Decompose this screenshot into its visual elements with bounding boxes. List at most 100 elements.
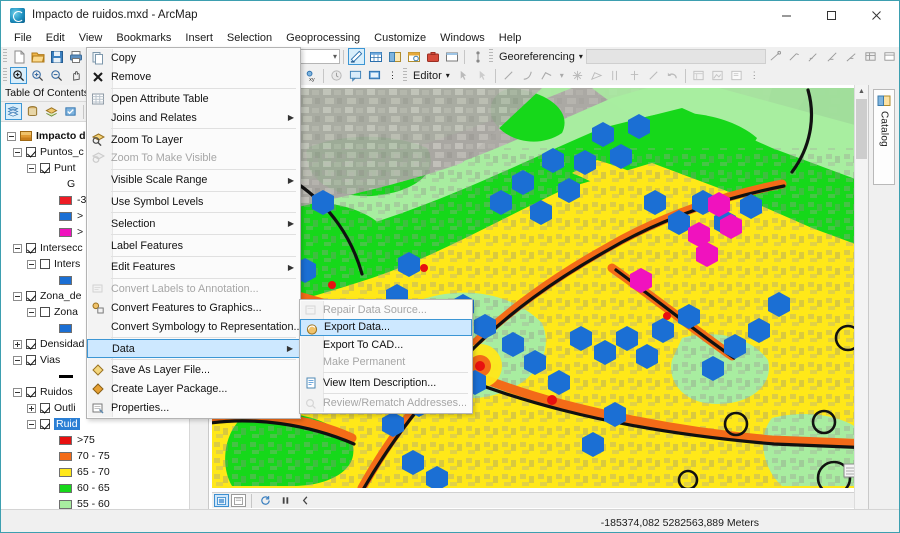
fixed-zoom-out-icon[interactable] xyxy=(48,67,65,84)
expander-icon[interactable] xyxy=(13,340,22,349)
create-features-icon[interactable] xyxy=(728,67,745,84)
expander-icon[interactable] xyxy=(13,148,22,157)
print-icon[interactable] xyxy=(67,48,84,65)
toc-row-legend-class[interactable]: 65 - 70 xyxy=(7,464,208,480)
editor-overflow-icon[interactable]: ⋮ xyxy=(746,70,763,81)
menu-customize[interactable]: Customize xyxy=(367,30,433,46)
menu-geoprocessing[interactable]: Geoprocessing xyxy=(279,30,367,46)
search-window-icon[interactable] xyxy=(405,48,422,65)
noise-impact-map[interactable] xyxy=(212,88,866,488)
maximize-icon[interactable] xyxy=(809,1,854,29)
georeferencing-dropdown-label[interactable]: Georeferencing xyxy=(495,51,579,63)
menu-item-remove[interactable]: Remove xyxy=(87,68,300,87)
layer-checkbox[interactable] xyxy=(40,259,50,269)
expander-icon[interactable] xyxy=(13,356,22,365)
close-icon[interactable] xyxy=(854,1,899,29)
menu-windows[interactable]: Windows xyxy=(433,30,492,46)
sketch-line-icon[interactable] xyxy=(645,67,662,84)
catalog-tab[interactable]: Catalog xyxy=(873,89,895,185)
submenu-item-view-item-description[interactable]: View Item Description... xyxy=(300,374,472,392)
menu-help[interactable]: Help xyxy=(492,30,529,46)
menu-item-convert-features-to-graphics[interactable]: Convert Features to Graphics... xyxy=(87,299,300,318)
edit-annotation-icon[interactable] xyxy=(474,67,491,84)
attribute-table-icon[interactable] xyxy=(367,48,384,65)
view-windows-icon[interactable] xyxy=(366,67,383,84)
menu-item-create-layer-package[interactable]: Create Layer Package... xyxy=(87,380,300,399)
menu-item-selection[interactable]: Selection ▶ xyxy=(87,214,300,233)
expander-icon[interactable] xyxy=(7,132,16,141)
list-by-drawing-order-icon[interactable] xyxy=(5,103,22,120)
expander-icon[interactable] xyxy=(27,164,36,173)
menu-item-copy[interactable]: Copy xyxy=(87,49,300,68)
midpoint-tool-icon[interactable] xyxy=(626,67,643,84)
previous-extent-arrow-icon[interactable] xyxy=(298,494,312,507)
toc-row-legend-class[interactable]: >75 xyxy=(7,432,208,448)
python-window-icon[interactable] xyxy=(443,48,460,65)
layer-checkbox[interactable] xyxy=(40,419,50,429)
model-builder-icon[interactable] xyxy=(469,48,486,65)
toc-row-legend-class[interactable]: 70 - 75 xyxy=(7,448,208,464)
edit-tool-icon[interactable] xyxy=(455,67,472,84)
tools-overflow-icon[interactable]: ⋮ xyxy=(384,70,401,81)
trace-caret-icon[interactable]: ▾ xyxy=(556,71,568,80)
trace-icon[interactable] xyxy=(538,67,555,84)
scroll-up-arrow-icon[interactable]: ▲ xyxy=(855,85,868,98)
list-by-selection-icon[interactable] xyxy=(62,103,79,120)
georef-rotate-icon[interactable] xyxy=(824,48,841,65)
layer-checkbox[interactable] xyxy=(40,403,50,413)
undo-edit-icon[interactable] xyxy=(664,67,681,84)
editor-caret-icon[interactable]: ▾ xyxy=(446,71,454,80)
sketch-properties-icon[interactable] xyxy=(709,67,726,84)
submenu-item-export-to-cad[interactable]: Export To CAD... xyxy=(300,336,472,354)
menu-edit[interactable]: Edit xyxy=(39,30,72,46)
layer-checkbox[interactable] xyxy=(26,291,36,301)
georef-link-table-icon[interactable] xyxy=(805,48,822,65)
toolbar-grip[interactable] xyxy=(3,49,7,64)
expander-icon[interactable] xyxy=(13,292,22,301)
georef-view-table-icon[interactable] xyxy=(862,48,879,65)
square-tool-icon[interactable] xyxy=(588,67,605,84)
refresh-icon[interactable] xyxy=(258,494,272,507)
toc-row-legend-class[interactable]: 60 - 65 xyxy=(7,480,208,496)
editor-toolbar-grip[interactable] xyxy=(403,68,407,83)
scrollbar-thumb[interactable] xyxy=(856,99,867,159)
expander-icon[interactable] xyxy=(27,420,36,429)
menu-item-joins-and-relates[interactable]: Joins and Relates ▶ xyxy=(87,108,300,127)
editor-toolbar-toggle-icon[interactable] xyxy=(348,48,365,65)
layer-checkbox[interactable] xyxy=(26,147,36,157)
time-slider-icon[interactable] xyxy=(328,67,345,84)
arctoolbox-icon[interactable] xyxy=(424,48,441,65)
pause-icon[interactable] xyxy=(278,494,292,507)
menu-item-open-attribute-table[interactable]: Open Attribute Table xyxy=(87,90,300,109)
menu-file[interactable]: File xyxy=(7,30,39,46)
menu-item-label-features[interactable]: Label Features xyxy=(87,236,300,255)
zoom-in-tool-icon[interactable] xyxy=(10,67,27,84)
georef-add-point-icon[interactable] xyxy=(767,48,784,65)
menu-view[interactable]: View xyxy=(72,30,110,46)
map-vertical-scrollbar[interactable]: ▲ xyxy=(854,85,868,509)
georeferencing-caret-icon[interactable]: ▾ xyxy=(579,52,586,61)
menu-insert[interactable]: Insert xyxy=(178,30,220,46)
menu-item-use-symbol-levels[interactable]: Use Symbol Levels xyxy=(87,193,300,212)
parallel-tool-icon[interactable] xyxy=(607,67,624,84)
pan-tool-icon[interactable] xyxy=(67,67,84,84)
layout-view-tab[interactable] xyxy=(231,494,246,507)
georef-scale-icon[interactable] xyxy=(843,48,860,65)
xy-tool-icon[interactable]: xy xyxy=(302,67,319,84)
expander-icon[interactable] xyxy=(27,404,36,413)
menu-item-visible-scale-range[interactable]: Visible Scale Range ▶ xyxy=(87,171,300,190)
menu-item-edit-features[interactable]: Edit Features ▶ xyxy=(87,258,300,277)
menu-selection[interactable]: Selection xyxy=(220,30,279,46)
expander-icon[interactable] xyxy=(27,308,36,317)
menu-item-properties[interactable]: Properties... xyxy=(87,399,300,418)
data-view-tab[interactable] xyxy=(214,494,229,507)
open-map-icon[interactable] xyxy=(29,48,46,65)
catalog-window-icon[interactable] xyxy=(386,48,403,65)
georef-toolbar-grip[interactable] xyxy=(489,49,493,64)
layer-checkbox[interactable] xyxy=(26,387,36,397)
layer-checkbox[interactable] xyxy=(40,307,50,317)
georef-layer-combo[interactable] xyxy=(586,49,766,64)
layer-checkbox[interactable] xyxy=(40,163,50,173)
straight-segment-icon[interactable] xyxy=(500,67,517,84)
map-canvas[interactable] xyxy=(212,88,866,488)
